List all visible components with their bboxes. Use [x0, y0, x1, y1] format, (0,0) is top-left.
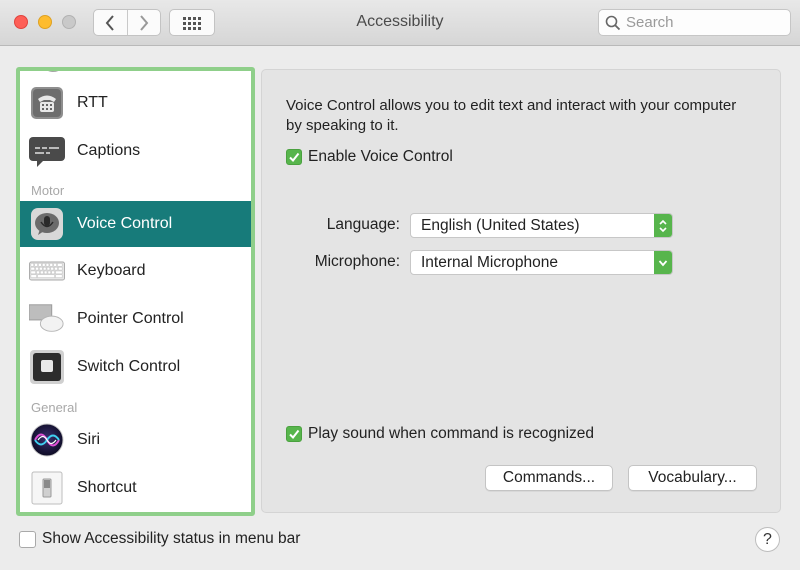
sidebar-item-siri[interactable]: Siri: [20, 417, 251, 463]
zoom-window-button[interactable]: [62, 15, 76, 29]
sidebar-item-label: Voice Control: [77, 215, 173, 232]
sidebar-item-label: Keyboard: [77, 262, 146, 279]
show-status-checkbox[interactable]: Show Accessibility status in menu bar: [19, 530, 300, 548]
back-button[interactable]: [94, 10, 127, 35]
voice-control-pane: Voice Control allows you to edit text an…: [261, 69, 781, 513]
siri-icon: [29, 422, 65, 458]
checkbox-unchecked[interactable]: [19, 530, 36, 548]
sidebar-item-shortcut[interactable]: Shortcut: [20, 465, 251, 511]
language-value: English (United States): [421, 216, 580, 234]
checkmark-icon: [289, 429, 300, 440]
microphone-label: Microphone:: [314, 253, 400, 270]
play-sound-checkbox[interactable]: Play sound when command is recognized: [286, 425, 594, 443]
sidebar-item-pointer-control[interactable]: Pointer Control: [20, 296, 251, 342]
section-header-motor: Motor: [31, 183, 65, 198]
checkbox-checked[interactable]: [286, 149, 302, 165]
search-icon: [605, 15, 621, 30]
microphone-value: Internal Microphone: [421, 253, 558, 271]
sidebar-item-label: RTT: [77, 94, 108, 111]
captions-icon: [29, 133, 65, 169]
sidebar-list[interactable]: RTT Captions Motor Voice Control Keyboar…: [16, 67, 255, 516]
sidebar-item-keyboard[interactable]: Keyboard: [20, 248, 251, 294]
vocabulary-button[interactable]: Vocabulary...: [628, 465, 757, 491]
switch-control-icon: [29, 349, 65, 385]
sidebar-item-voice-control[interactable]: Voice Control: [20, 201, 251, 247]
help-button[interactable]: ?: [755, 527, 780, 552]
enable-voice-control-checkbox[interactable]: Enable Voice Control: [286, 148, 453, 166]
grid-icon: [183, 16, 201, 30]
navigation-buttons: [93, 9, 161, 36]
chevron-right-icon: [139, 14, 149, 31]
language-label: Language:: [326, 216, 400, 233]
sidebar-item-label: Shortcut: [77, 479, 137, 496]
minimize-window-button[interactable]: [38, 15, 52, 29]
shortcut-icon: [29, 470, 65, 506]
rtt-icon: [29, 85, 65, 121]
section-header-general: General: [31, 400, 78, 415]
sidebar-item-rtt[interactable]: RTT: [20, 80, 251, 126]
voice-control-icon: [29, 206, 65, 242]
commands-button[interactable]: Commands...: [485, 465, 613, 491]
window-title: Accessibility: [356, 13, 444, 30]
checkbox-label: Play sound when command is recognized: [308, 425, 595, 442]
search-field[interactable]: [598, 9, 791, 36]
chevron-left-icon: [105, 14, 115, 31]
checkbox-label: Enable Voice Control: [308, 148, 453, 165]
title-bar: Accessibility: [0, 0, 800, 46]
sidebar-item-captions[interactable]: Captions: [20, 128, 251, 174]
close-window-button[interactable]: [14, 15, 28, 29]
search-input[interactable]: [626, 14, 776, 31]
pointer-control-icon: [29, 301, 65, 337]
chevron-down-icon: [654, 251, 672, 274]
sidebar-item-label: Siri: [77, 431, 101, 448]
show-all-button[interactable]: [169, 9, 215, 36]
language-popup[interactable]: English (United States): [410, 213, 673, 238]
sidebar-item-switch-control[interactable]: Switch Control: [20, 344, 251, 390]
forward-button[interactable]: [126, 10, 161, 35]
sidebar-item-label: Switch Control: [77, 358, 181, 375]
keyboard-icon: [29, 253, 65, 289]
pane-description: Voice Control allows you to edit text an…: [286, 97, 737, 134]
checkbox-checked[interactable]: [286, 426, 302, 442]
hearing-icon: [48, 71, 58, 72]
updown-arrows-icon: [654, 214, 672, 237]
checkmark-icon: [289, 152, 300, 163]
microphone-popup[interactable]: Internal Microphone: [410, 250, 673, 275]
checkbox-label: Show Accessibility status in menu bar: [42, 530, 301, 547]
sidebar-item-label: Captions: [77, 142, 141, 159]
sidebar-item-label: Pointer Control: [77, 310, 184, 327]
